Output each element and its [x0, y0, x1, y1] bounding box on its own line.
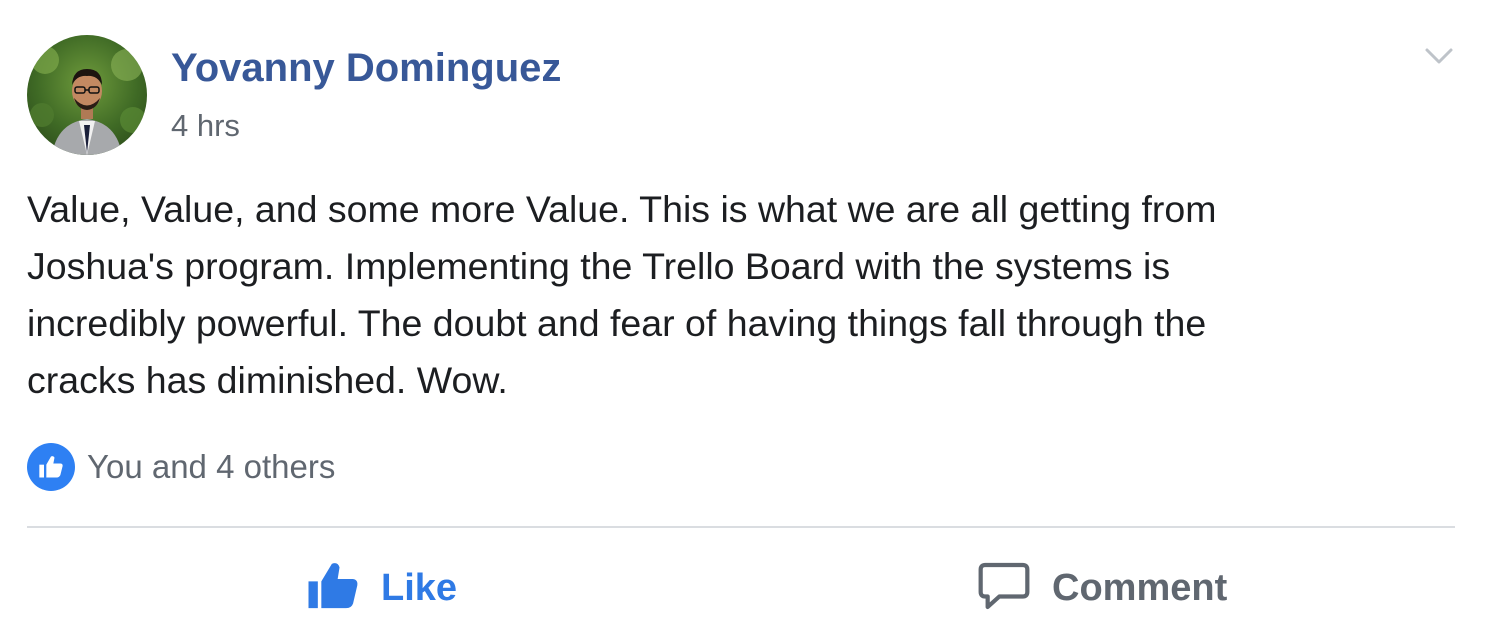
reaction-count-text: You and 4 others — [87, 448, 336, 485]
like-button[interactable]: Like — [305, 555, 457, 621]
like-icon — [27, 443, 75, 491]
author-name[interactable]: Yovanny Dominguez — [171, 44, 561, 92]
post-body-line: incredibly powerful. The doubt and fear … — [27, 302, 1207, 344]
comment-label: Comment — [1052, 566, 1228, 609]
speech-bubble-icon — [976, 558, 1032, 619]
post-body-line: cracks has diminished. Wow. — [27, 359, 508, 401]
post-body-line: Joshua's program. Implementing the Trell… — [27, 245, 1171, 287]
post-body: Value, Value, and some more Value. This … — [27, 181, 1427, 409]
facebook-post: Yovanny Dominguez 4 hrs Value, Value, an… — [0, 0, 1486, 641]
avatar[interactable] — [27, 35, 147, 155]
chevron-down-icon[interactable] — [1419, 40, 1459, 70]
post-body-line: Value, Value, and some more Value. This … — [27, 188, 1217, 230]
reaction-summary[interactable]: You and 4 others — [27, 442, 335, 492]
thumbs-up-icon — [305, 558, 361, 619]
post-timestamp[interactable]: 4 hrs — [171, 107, 240, 145]
comment-button[interactable]: Comment — [976, 555, 1227, 621]
divider — [27, 526, 1455, 528]
like-label: Like — [381, 566, 458, 609]
